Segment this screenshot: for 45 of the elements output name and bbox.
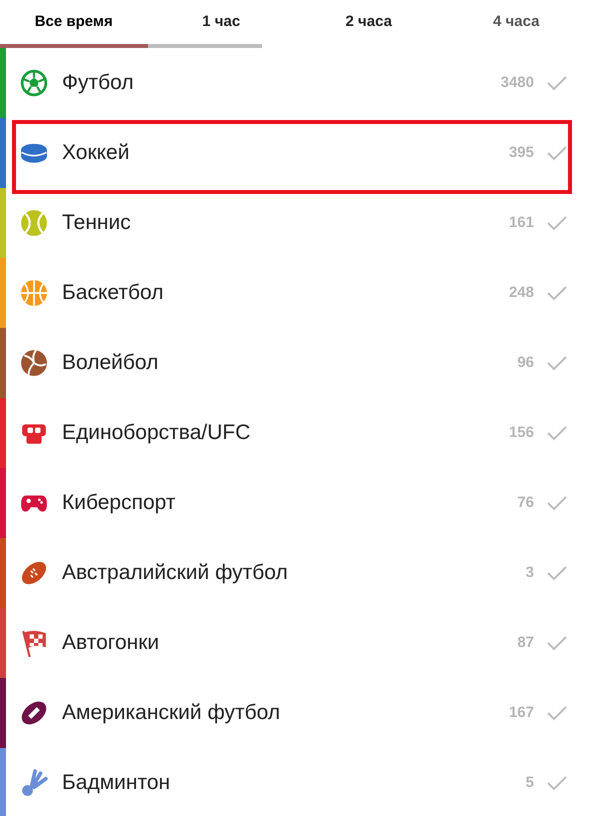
- event-count: 87: [517, 632, 534, 653]
- basketball-icon: [20, 279, 48, 307]
- sport-name: Волейбол: [62, 350, 160, 376]
- shuttlecock-icon: [20, 769, 48, 797]
- sport-name: Баскетбол: [62, 280, 164, 306]
- event-count: 5: [526, 772, 534, 793]
- sport-name: Единоборства/UFC: [62, 420, 252, 446]
- sport-name: Австралийский футбол: [62, 560, 289, 586]
- sport-name: Футбол: [62, 70, 135, 96]
- event-count: 167: [508, 702, 534, 723]
- tab[interactable]: Все время: [0, 0, 148, 48]
- checkmark-icon[interactable]: [546, 424, 568, 442]
- sport-name: Бадминтон: [62, 770, 172, 796]
- event-count: 161: [508, 212, 534, 233]
- football-icon: [20, 699, 48, 727]
- checkmark-icon[interactable]: [546, 774, 568, 792]
- checkmark-icon[interactable]: [546, 564, 568, 582]
- checkmark-icon[interactable]: [546, 284, 568, 302]
- rugby-ball-icon: [20, 559, 48, 587]
- checkmark-icon[interactable]: [546, 704, 568, 722]
- tab[interactable]: 2 часа: [295, 0, 442, 48]
- event-count: 96: [517, 352, 534, 373]
- event-count: 3480: [500, 72, 534, 93]
- soccer-ball-icon: [20, 69, 48, 97]
- event-count: 395: [508, 142, 534, 163]
- checkmark-icon[interactable]: [546, 494, 568, 512]
- tab[interactable]: 1 час: [148, 0, 295, 48]
- tennis-ball-icon: [20, 209, 48, 237]
- checkmark-icon[interactable]: [546, 214, 568, 232]
- event-count: 76: [517, 492, 534, 513]
- event-count: 3: [526, 562, 534, 583]
- checkmark-icon[interactable]: [546, 634, 568, 652]
- sport-name: Американский футбол: [62, 700, 282, 726]
- checkered-flag-icon: [20, 629, 48, 657]
- tab[interactable]: 4 часа: [442, 0, 590, 48]
- checkmark-icon[interactable]: [546, 74, 568, 92]
- sport-name: Теннис: [62, 210, 132, 236]
- checkmark-icon[interactable]: [546, 144, 568, 162]
- sport-name: Автогонки: [62, 630, 160, 656]
- volleyball-icon: [20, 349, 48, 377]
- checkmark-icon[interactable]: [546, 354, 568, 372]
- sport-name: Хоккей: [62, 140, 130, 166]
- sport-name: Киберспорт: [62, 490, 177, 516]
- event-count: 156: [508, 422, 534, 443]
- event-count: 248: [508, 282, 534, 303]
